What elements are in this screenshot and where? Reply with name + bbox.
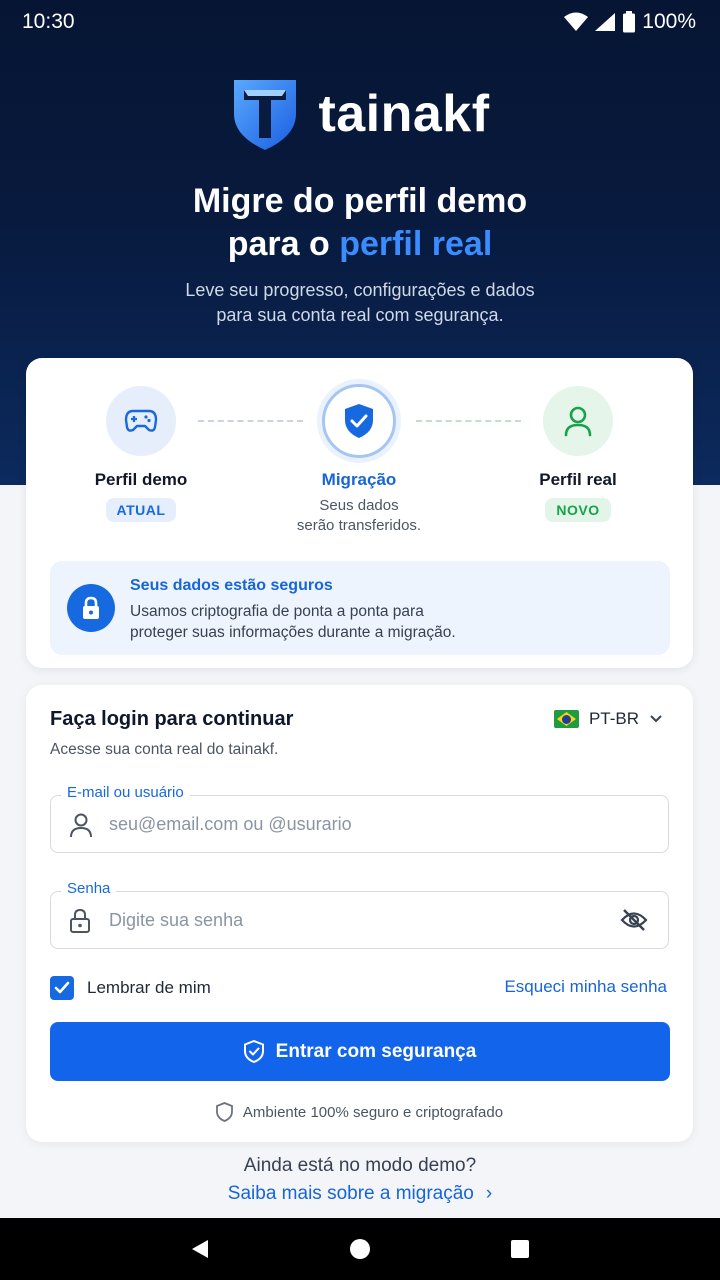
brazil-flag-icon: [553, 710, 579, 728]
security-text-2: proteger suas informações durante a migr…: [130, 624, 456, 641]
remember-me[interactable]: Lembrar de mim: [50, 976, 211, 1000]
security-title: Seus dados estão seguros: [130, 577, 333, 594]
email-field[interactable]: E-mail ou usuário seu@email.com ou @usur…: [50, 784, 669, 853]
security-notice: Seus dados estão seguros Usamos criptogr…: [50, 561, 670, 655]
status-time: 10:30: [22, 10, 75, 33]
headline-prefix: para o: [227, 225, 340, 263]
signal-icon: [595, 13, 616, 31]
status-bar: 10:30 100%: [0, 0, 720, 44]
logo-icon: [234, 80, 297, 150]
step-demo-label: Perfil demo: [94, 470, 188, 489]
safe-note: Ambiente 100% seguro e criptografado: [26, 1102, 693, 1122]
forgot-password-link[interactable]: Esqueci minha senha: [504, 977, 667, 997]
submit-button[interactable]: Entrar com segurança: [50, 1022, 670, 1081]
login-subtitle: Acesse sua conta real do tainakf.: [50, 741, 279, 758]
back-icon[interactable]: [190, 1238, 210, 1260]
remember-checkbox[interactable]: [50, 976, 74, 1000]
step-migration-desc-2: serão transferidos.: [296, 517, 422, 534]
step-migration: Migração Seus dados serão transferidos.: [274, 384, 444, 536]
password-label: Senha: [61, 880, 117, 897]
password-field[interactable]: Senha Digite sua senha: [50, 880, 669, 949]
chevron-down-icon: [650, 715, 662, 723]
login-card: Faça login para continuar Acesse sua con…: [26, 685, 693, 1142]
battery-icon: [623, 11, 636, 33]
chevron-right-icon: ›: [485, 1183, 493, 1204]
recents-icon[interactable]: [510, 1239, 530, 1259]
user-icon: [564, 406, 592, 437]
hero-subtitle: Leve seu progresso, configurações e dado…: [0, 278, 720, 328]
step-migration-circle: [322, 384, 396, 458]
email-label: E-mail ou usuário: [61, 784, 190, 801]
step-real-badge: NOVO: [545, 498, 611, 522]
headline-accent: perfil real: [339, 225, 493, 263]
step-migration-desc-1: Seus dados: [319, 497, 399, 514]
lock-icon: [83, 596, 99, 619]
safe-note-text: Ambiente 100% seguro e criptografado: [242, 1103, 504, 1121]
demo-question: Ainda está no modo demo?: [243, 1155, 477, 1176]
user-outline-icon: [70, 813, 92, 838]
step-real-circle: [543, 386, 613, 456]
headline-line-1: Migre do perfil demo: [192, 182, 528, 220]
security-text: Usamos criptografia de ponta a ponta par…: [130, 601, 650, 643]
step-real-label: Perfil real: [539, 470, 617, 489]
step-demo-badge: ATUAL: [105, 498, 177, 522]
subtitle-line-1: Leve seu progresso, configurações e dado…: [185, 280, 535, 300]
shield-check-icon: [345, 404, 373, 438]
headline-line-2: para o perfil real: [0, 223, 720, 266]
login-title: Faça login para continuar: [50, 708, 294, 730]
lock-outline-icon: [70, 908, 90, 933]
email-placeholder: seu@email.com ou @usurario: [109, 814, 352, 834]
step-migration-desc: Seus dados serão transferidos.: [274, 496, 444, 536]
page-title: Migre do perfil demo para o perfil real: [0, 180, 720, 266]
step-migration-label: Migração: [321, 470, 397, 489]
migration-info-label: Saiba mais sobre a migração: [227, 1183, 474, 1204]
security-lock-badge: [67, 584, 115, 632]
password-placeholder: Digite sua senha: [109, 910, 244, 930]
subtitle-line-2: para sua conta real com segurança.: [216, 305, 504, 325]
shield-check-outline-icon: [243, 1040, 264, 1063]
shield-outline-icon: [216, 1102, 233, 1122]
step-real: Perfil real NOVO: [493, 386, 663, 522]
wifi-icon: [564, 12, 589, 31]
submit-label: Entrar com segurança: [275, 1040, 477, 1062]
language-label: PT-BR: [588, 709, 639, 728]
security-text-1: Usamos criptografia de ponta a ponta par…: [130, 603, 424, 620]
brand-name: tainakf: [318, 85, 490, 143]
navigation-bar: [0, 1218, 720, 1280]
migration-info-link[interactable]: Saiba mais sobre a migração ›: [0, 1183, 720, 1205]
battery-percent: 100%: [642, 10, 696, 33]
migration-card: Perfil demo ATUAL Migração Seus dados se…: [26, 358, 693, 668]
home-icon[interactable]: [349, 1238, 371, 1260]
brand-header: tainakf: [0, 76, 720, 152]
remember-label: Lembrar de mim: [87, 978, 211, 997]
gamepad-icon: [124, 409, 158, 432]
eye-off-icon[interactable]: [620, 908, 648, 932]
checkmark-icon: [54, 981, 70, 994]
step-demo: Perfil demo ATUAL: [56, 386, 226, 522]
step-demo-circle: [106, 386, 176, 456]
language-selector[interactable]: PT-BR: [553, 709, 663, 729]
